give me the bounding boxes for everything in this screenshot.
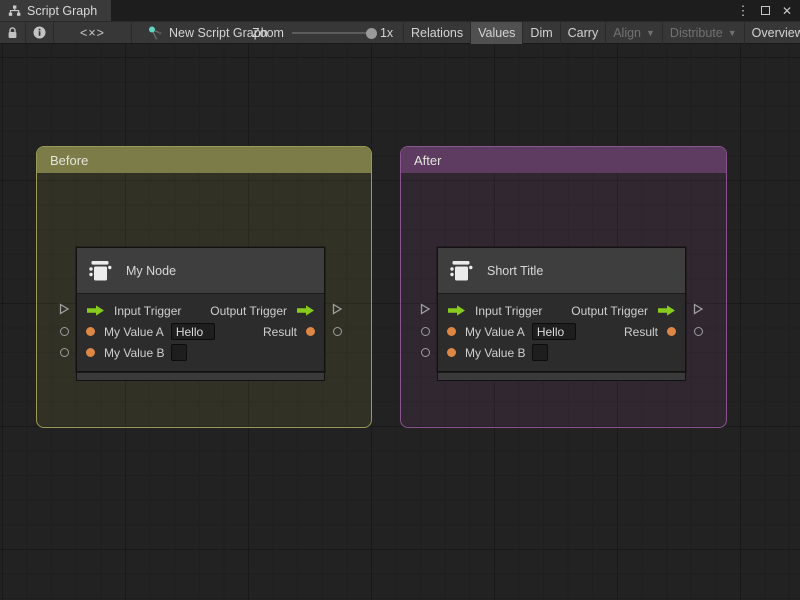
unit-node-icon <box>87 257 114 284</box>
output-trigger-label: Output Trigger <box>571 304 648 318</box>
input-trigger-label: Input Trigger <box>114 304 181 318</box>
node-header[interactable]: My Node <box>77 248 324 294</box>
unit-node-icon <box>448 257 475 284</box>
value-port-icon[interactable] <box>667 327 676 336</box>
ext-trigger-out-port[interactable] <box>331 303 343 315</box>
info-icon <box>33 26 46 39</box>
node-my-node: My Node Input Trigger Output Trigger <box>76 247 325 381</box>
node-title: Short Title <box>487 264 543 278</box>
trigger-arrow-icon[interactable] <box>296 305 315 316</box>
value-a-input[interactable] <box>532 323 576 340</box>
value-a-label: My Value A <box>465 325 525 339</box>
maximize-icon[interactable] <box>756 2 774 20</box>
graph-toolbar: <×> New Script Graph Zoom 1x Relations V… <box>0 21 800 44</box>
toolbar-button-carry[interactable]: Carry <box>561 22 607 44</box>
result-label: Result <box>263 325 297 339</box>
value-a-input[interactable] <box>171 323 215 340</box>
trigger-arrow-icon[interactable] <box>447 305 466 316</box>
group-after-label: After <box>414 153 441 168</box>
zoom-slider[interactable] <box>292 32 372 34</box>
node-footer <box>437 372 686 381</box>
value-port-icon[interactable] <box>86 327 95 336</box>
value-port-icon[interactable] <box>447 348 456 357</box>
group-after-header[interactable]: After <box>401 147 726 173</box>
zoom-slider-handle[interactable] <box>366 28 377 39</box>
graph-canvas[interactable]: Before After My Node <box>0 44 800 600</box>
lock-button[interactable] <box>0 22 26 43</box>
node-header[interactable]: Short Title <box>438 248 685 294</box>
value-port-icon[interactable] <box>306 327 315 336</box>
kebab-menu-icon[interactable]: ⋮ <box>734 2 752 20</box>
ext-trigger-in-port[interactable] <box>58 303 70 315</box>
group-before-label: Before <box>50 153 88 168</box>
output-trigger-label: Output Trigger <box>210 304 287 318</box>
chevron-down-icon: ▼ <box>728 28 737 38</box>
toolbar-button-values[interactable]: Values <box>471 22 523 44</box>
trigger-arrow-icon[interactable] <box>86 305 105 316</box>
ext-value-a-port[interactable] <box>58 325 70 337</box>
value-b-label: My Value B <box>104 346 164 360</box>
ext-result-port[interactable] <box>331 325 343 337</box>
ext-value-b-port[interactable] <box>58 346 70 358</box>
zoom-value: 1x <box>380 26 393 40</box>
toolbar-button-relations[interactable]: Relations <box>404 22 471 44</box>
value-b-input[interactable] <box>171 344 187 361</box>
tab-title: Script Graph <box>27 4 97 18</box>
node-footer <box>76 372 325 381</box>
trigger-arrow-icon[interactable] <box>657 305 676 316</box>
node-title: My Node <box>126 264 176 278</box>
window-tab-bar: Script Graph ⋮ ✕ <box>0 0 800 21</box>
code-icon: <×> <box>80 26 105 40</box>
node-short-title: Short Title Input Trigger Output Trigger <box>437 247 686 381</box>
ext-value-b-port[interactable] <box>419 346 431 358</box>
ext-result-port[interactable] <box>692 325 704 337</box>
value-a-label: My Value A <box>104 325 164 339</box>
value-b-input[interactable] <box>532 344 548 361</box>
group-before-header[interactable]: Before <box>37 147 371 173</box>
tab-script-graph[interactable]: Script Graph <box>0 0 111 21</box>
code-view-button[interactable]: <×> <box>54 22 132 43</box>
info-button[interactable] <box>26 22 54 43</box>
ext-trigger-in-port[interactable] <box>419 303 431 315</box>
close-icon[interactable]: ✕ <box>778 2 796 20</box>
value-port-icon[interactable] <box>86 348 95 357</box>
result-label: Result <box>624 325 658 339</box>
graph-hierarchy-icon <box>8 5 21 17</box>
ext-trigger-out-port[interactable] <box>692 303 704 315</box>
chevron-down-icon: ▼ <box>646 28 655 38</box>
toolbar-button-distribute[interactable]: Distribute ▼ <box>663 22 745 44</box>
input-trigger-label: Input Trigger <box>475 304 542 318</box>
lock-icon <box>7 27 18 39</box>
toolbar-button-dim[interactable]: Dim <box>523 22 560 44</box>
zoom-label: Zoom <box>252 26 284 40</box>
value-port-icon[interactable] <box>447 327 456 336</box>
toolbar-button-overview[interactable]: Overview <box>745 22 800 44</box>
script-graph-asset-icon <box>148 26 163 40</box>
ext-value-a-port[interactable] <box>419 325 431 337</box>
toolbar-button-align[interactable]: Align ▼ <box>606 22 663 44</box>
value-b-label: My Value B <box>465 346 525 360</box>
